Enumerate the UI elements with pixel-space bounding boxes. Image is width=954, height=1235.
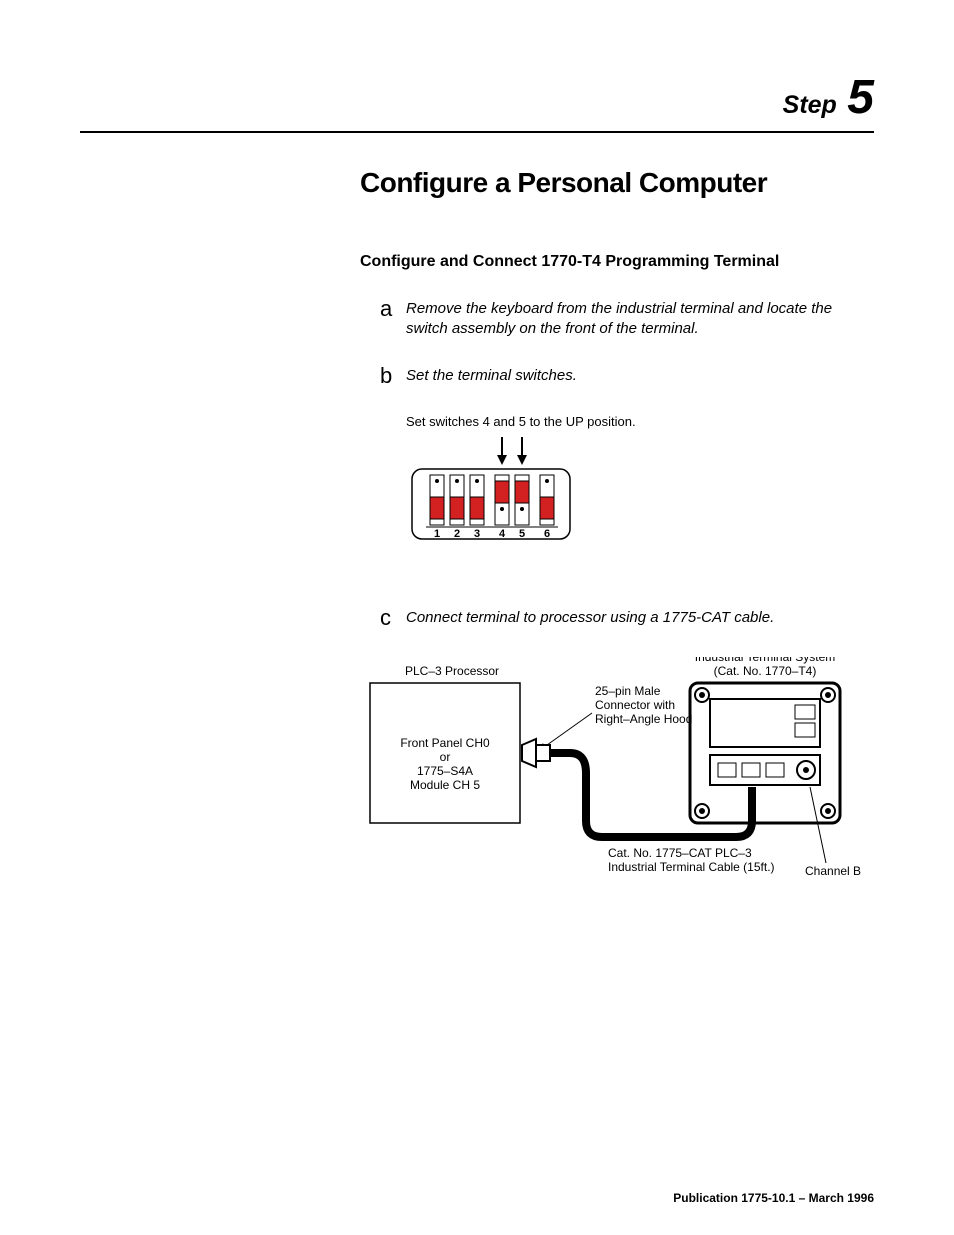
diagram-conn-l3: Right–Angle Hood	[595, 712, 692, 726]
dip-label-1: 1	[434, 528, 440, 540]
step-letter-c: c	[380, 606, 406, 630]
diagram-plc-l1: Front Panel CH0	[400, 736, 490, 750]
diagram-cable-l1: Cat. No. 1775–CAT PLC–3	[608, 846, 752, 860]
diagram-conn-l2: Connector with	[595, 698, 675, 712]
page-title: Configure a Personal Computer	[360, 167, 874, 199]
diagram-plc-l4: Module CH 5	[410, 778, 480, 792]
step-a: a Remove the keyboard from the industria…	[380, 297, 874, 338]
step-b: b Set the terminal switches.	[380, 364, 874, 388]
step-letter-b: b	[380, 364, 406, 388]
diagram-plc-header: PLC–3 Processor	[405, 664, 499, 678]
dip-label-5: 5	[519, 528, 525, 540]
main-content: Configure a Personal Computer Configure …	[360, 167, 874, 922]
diagram-plc-l3: 1775–S4A	[417, 764, 473, 778]
diagram-plc-l2: or	[440, 750, 451, 764]
step-c: c Connect terminal to processor using a …	[380, 606, 874, 630]
page: Step 5 Configure a Personal Computer Con…	[0, 0, 954, 1235]
diagram-channel-b: Channel B	[805, 864, 861, 878]
diagram-conn-l1: 25–pin Male	[595, 684, 661, 698]
step-text-b: Set the terminal switches.	[406, 364, 577, 386]
diagram-its-l1: Industrial Terminal System	[695, 657, 836, 664]
diagram-cable-l2: Industrial Terminal Cable (15ft.)	[608, 860, 775, 874]
dip-label-3: 3	[474, 528, 480, 540]
step-text-a: Remove the keyboard from the industrial …	[406, 297, 874, 338]
cable-diagram: PLC–3 Processor Front Panel CH0 or 1775–…	[350, 657, 874, 922]
dip-label-6: 6	[544, 528, 550, 540]
step-header: Step 5	[80, 70, 874, 133]
step-word: Step	[783, 91, 837, 119]
diagram-its-l2: (Cat. No. 1770–T4)	[714, 664, 817, 678]
dip-note: Set switches 4 and 5 to the UP position.	[406, 414, 874, 429]
footer-publication: Publication 1775-10.1 – March 1996	[673, 1191, 874, 1205]
section-heading: Configure and Connect 1770-T4 Programmin…	[360, 253, 874, 271]
dip-switch-figure: 1 2 3	[406, 437, 874, 572]
dip-label-4: 4	[499, 528, 506, 540]
dip-label-2: 2	[454, 528, 460, 540]
step-letter-a: a	[380, 297, 406, 321]
step-number: 5	[847, 71, 874, 124]
step-text-c: Connect terminal to processor using a 17…	[406, 606, 774, 628]
